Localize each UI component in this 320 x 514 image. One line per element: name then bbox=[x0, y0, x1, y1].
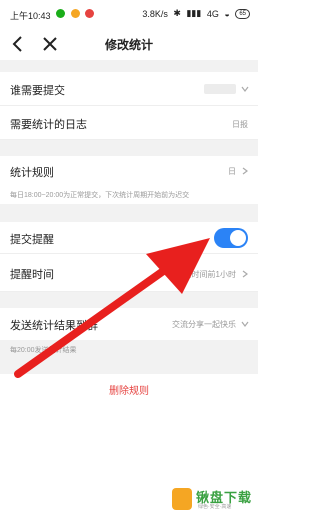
section-divider bbox=[0, 60, 258, 72]
row-submitters[interactable]: 谁需要提交 bbox=[0, 72, 258, 106]
row-label: 需要统计的日志 bbox=[10, 119, 87, 131]
send-note: 每20:00发送统计结果 bbox=[10, 347, 77, 354]
row-reminder: 提交提醒 bbox=[0, 222, 258, 254]
row-value: 日 bbox=[228, 167, 236, 176]
page-title: 修改统计 bbox=[104, 38, 153, 52]
row-rules[interactable]: 统计规则 日 bbox=[0, 156, 258, 186]
app-notification-icon bbox=[56, 9, 65, 19]
section-divider bbox=[0, 292, 258, 308]
app-notification-icon bbox=[85, 9, 95, 19]
row-log-type[interactable]: 需要统计的日志 日报 bbox=[0, 106, 258, 140]
notification-icons bbox=[56, 8, 97, 19]
status-time: 上午10:43 bbox=[10, 11, 51, 21]
section-divider bbox=[0, 140, 258, 156]
submitter-avatar-placeholder bbox=[204, 84, 236, 94]
chevron-down-icon bbox=[241, 86, 249, 92]
watermark-badge-icon bbox=[172, 488, 192, 510]
chevron-right-icon bbox=[242, 167, 248, 175]
nav-bar: 修改统计 bbox=[0, 28, 258, 60]
row-value: 结束时间前1小时 bbox=[175, 270, 236, 279]
row-label: 发送统计结果到群 bbox=[10, 320, 98, 332]
row-value: 日报 bbox=[232, 120, 248, 129]
row-value: 交流分享一起快乐 bbox=[172, 320, 236, 329]
section-divider bbox=[0, 360, 258, 374]
chevron-down-icon bbox=[241, 321, 249, 327]
rules-note: 每日18:00~20:00为正常提交，下次统计周期开始前为迟交 bbox=[10, 192, 190, 199]
row-label: 提交提醒 bbox=[10, 234, 54, 246]
status-right: 3.8K/s ✱ ▮▮▮ 4G ◒ 65 bbox=[139, 8, 250, 19]
wifi-icon: ◒ bbox=[224, 8, 230, 19]
watermark-logo: 锹盘下载 绿色·安全·高速 bbox=[168, 484, 258, 514]
app-notification-icon bbox=[70, 9, 80, 19]
status-bar: 上午10:43 3.8K/s ✱ ▮▮▮ 4G ◒ 65 bbox=[0, 0, 258, 28]
row-label: 提醒时间 bbox=[10, 269, 54, 281]
row-send-to[interactable]: 发送统计结果到群 交流分享一起快乐 bbox=[0, 308, 258, 340]
signal-icon: ▮▮▮ bbox=[186, 8, 202, 19]
bluetooth-icon: ✱ bbox=[173, 8, 181, 19]
reminder-toggle[interactable] bbox=[214, 228, 248, 248]
network-type: 4G bbox=[206, 8, 219, 19]
toggle-knob bbox=[230, 230, 246, 246]
battery-icon: 65 bbox=[235, 8, 250, 19]
chevron-right-icon bbox=[242, 270, 248, 278]
network-speed: 3.8K/s bbox=[142, 8, 168, 19]
watermark-slogan: 绿色·安全·高速 bbox=[198, 504, 232, 510]
delete-rule-button[interactable]: 删除规则 bbox=[0, 374, 258, 402]
delete-label: 删除规则 bbox=[109, 386, 149, 397]
row-label: 谁需要提交 bbox=[10, 85, 65, 97]
row-reminder-time[interactable]: 提醒时间 结束时间前1小时 bbox=[0, 254, 258, 292]
section-divider bbox=[0, 204, 258, 222]
row-label: 统计规则 bbox=[10, 167, 54, 179]
